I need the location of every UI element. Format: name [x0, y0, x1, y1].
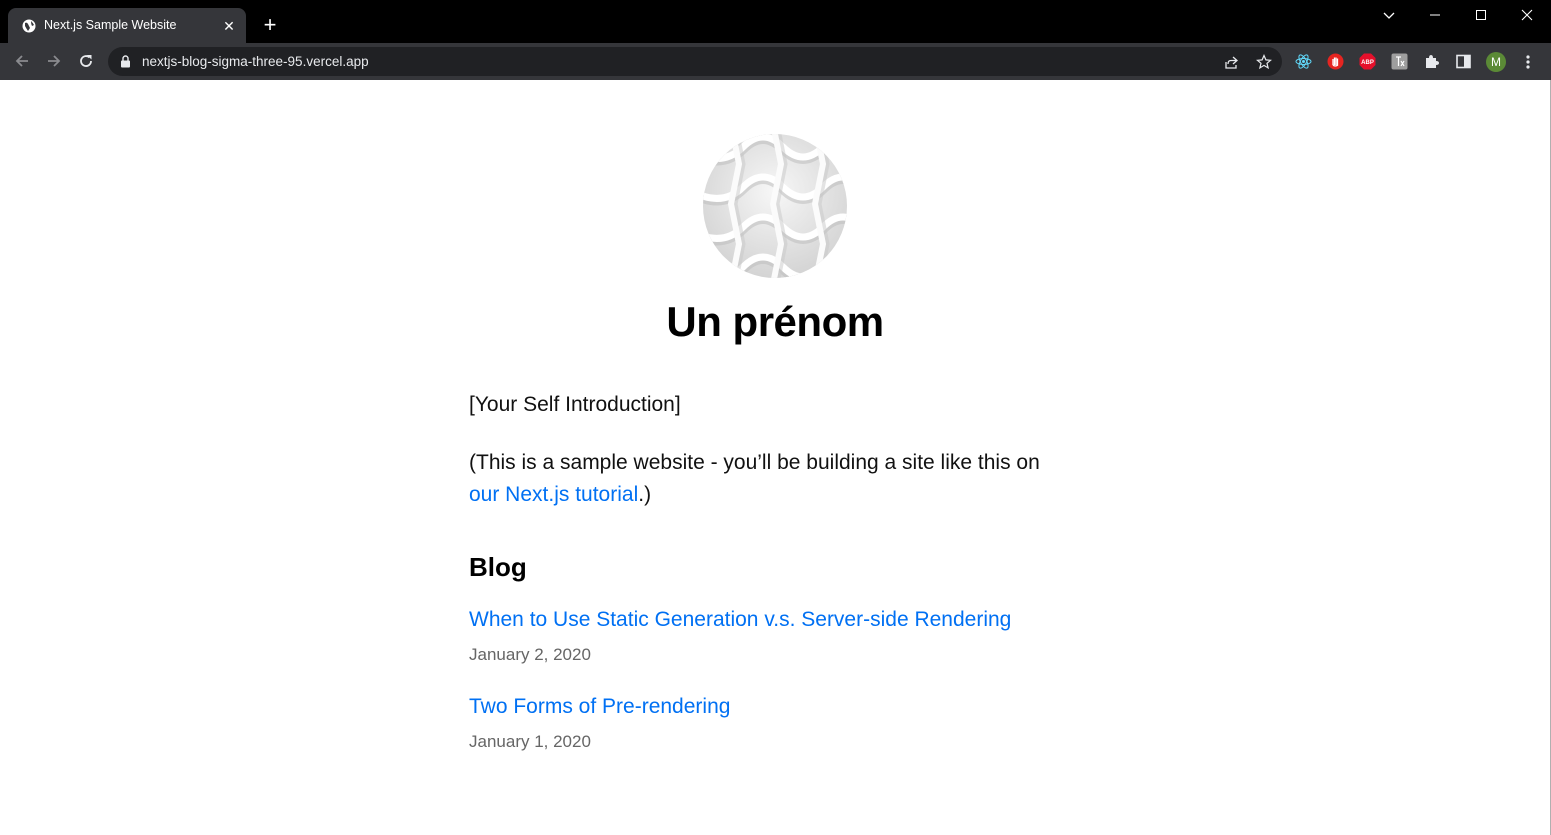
- share-icon[interactable]: [1224, 54, 1240, 70]
- browser-tab[interactable]: Next.js Sample Website ✕: [8, 8, 246, 43]
- side-panel-icon[interactable]: [1455, 53, 1472, 70]
- svg-text:ABP: ABP: [1361, 60, 1374, 66]
- sample-text-after: .): [638, 483, 652, 506]
- post-date: January 2, 2020: [469, 645, 591, 664]
- close-window-icon[interactable]: [1518, 6, 1536, 24]
- globe-icon: [22, 19, 36, 33]
- adblock-plus-icon[interactable]: ABP: [1359, 53, 1376, 70]
- tab-title: Next.js Sample Website: [44, 18, 177, 32]
- block-hand-icon[interactable]: [1327, 53, 1344, 70]
- reload-icon[interactable]: [76, 51, 96, 71]
- tab-close-icon[interactable]: ✕: [220, 17, 238, 35]
- post-date: January 1, 2020: [469, 732, 591, 751]
- browser-toolbar: nextjs-blog-sigma-three-95.vercel.app AB…: [0, 43, 1551, 80]
- sample-website-note: (This is a sample website - you’ll be bu…: [469, 447, 1069, 511]
- browser-titlebar: Next.js Sample Website ✕ +: [0, 0, 1551, 43]
- address-bar[interactable]: nextjs-blog-sigma-three-95.vercel.app: [108, 47, 1282, 76]
- puzzle-icon[interactable]: [1423, 53, 1440, 70]
- new-tab-button[interactable]: +: [258, 14, 282, 38]
- post-link[interactable]: Two Forms of Pre-rendering: [469, 695, 730, 719]
- nextjs-tutorial-link[interactable]: our Next.js tutorial: [469, 483, 638, 506]
- star-icon[interactable]: [1256, 54, 1272, 70]
- minimize-icon[interactable]: [1426, 6, 1444, 24]
- kebab-menu-icon[interactable]: [1520, 52, 1536, 72]
- profile-image: [703, 134, 847, 278]
- forward-arrow-icon[interactable]: [44, 51, 64, 71]
- sample-text-before: (This is a sample website - you’ll be bu…: [469, 451, 1040, 474]
- blog-heading: Blog: [469, 552, 527, 582]
- react-devtools-icon[interactable]: [1295, 53, 1312, 70]
- post-link[interactable]: When to Use Static Generation v.s. Serve…: [469, 608, 1011, 632]
- url-text[interactable]: nextjs-blog-sigma-three-95.vercel.app: [142, 54, 369, 69]
- profile-avatar[interactable]: M: [1486, 52, 1506, 72]
- back-arrow-icon[interactable]: [12, 51, 32, 71]
- maximize-icon[interactable]: [1472, 6, 1490, 24]
- self-introduction: [Your Self Introduction]: [469, 393, 681, 416]
- lock-icon[interactable]: [120, 55, 131, 68]
- translate-icon[interactable]: [1391, 53, 1408, 70]
- tab-search-chevron-icon[interactable]: [1380, 6, 1398, 24]
- page-title: Un prénom: [666, 298, 884, 345]
